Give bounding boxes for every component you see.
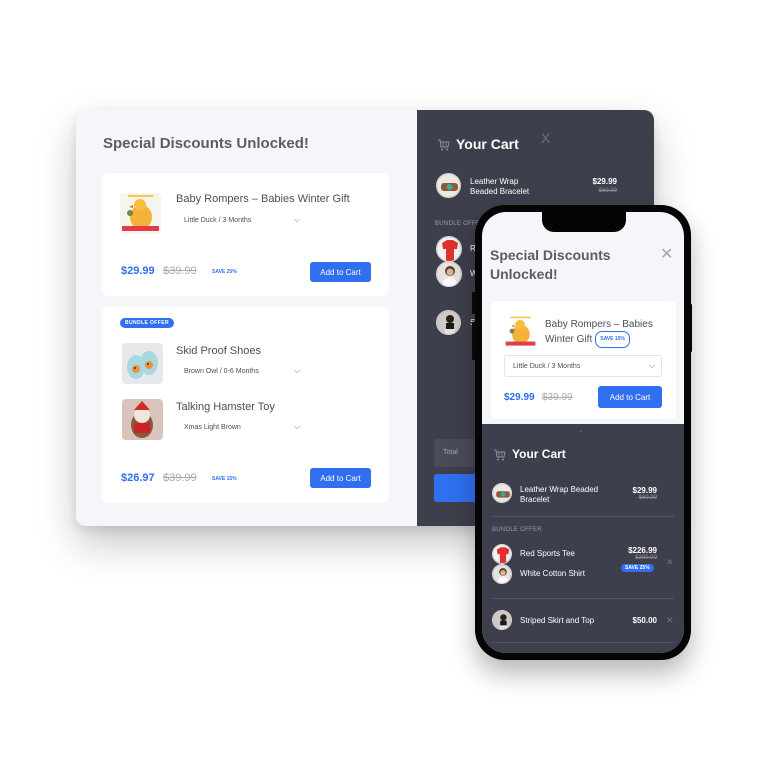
cart-item-name: Leather Wrap Beaded Bracelet (470, 177, 530, 196)
offer-card: Baby Rompers – Babies Winter Gift Little… (102, 173, 389, 296)
mobile-cart-panel: ⌄ Your Cart Leather Wrap Beaded Bracelet … (482, 424, 684, 653)
offer-price: $29.99 (504, 392, 535, 403)
bracelet-avatar (436, 173, 461, 198)
collapse-handle-icon[interactable]: ⌄ (578, 426, 584, 434)
cart-item-old-price: $69.99 (638, 495, 657, 501)
total-label: Total (443, 449, 458, 456)
chevron-down-icon[interactable]: ⌵ (294, 422, 300, 432)
offer-old-price: $39.99 (163, 472, 197, 484)
offer-old-price: $39.99 (163, 265, 197, 277)
variant-select[interactable]: Little Duck / 3 Months ⌵ (504, 355, 662, 377)
duck-romper-image (120, 193, 161, 234)
cart-item-name: Striped Skirt and Top (520, 616, 595, 625)
cart-item-price: $50.00 (632, 616, 657, 625)
save-label: SAVE 15% (212, 476, 237, 482)
cart-item-name: Red Sports Tee (520, 549, 575, 558)
duck-romper-image (504, 315, 537, 348)
product-name: Baby Rompers – Babies Winter Gift (176, 193, 350, 205)
variant-select[interactable]: Brown Owl / 0-6 Months (184, 368, 259, 375)
variant-select[interactable]: Xmas Light Brown (184, 424, 241, 431)
white-shirt-avatar (436, 261, 462, 287)
offer-price: $26.97 (121, 472, 155, 484)
product-name: Talking Hamster Toy (176, 401, 275, 413)
mobile-offer-card: Baby Rompers – Babies Winter Gift SAVE 15… (491, 301, 676, 419)
save-label: SAVE 25% (212, 269, 237, 275)
cart-item-old-price: $69.99 (598, 188, 617, 194)
bundle-old-price: $399.99 (635, 555, 657, 561)
striped-skirt-avatar (436, 310, 461, 335)
save-badge: SAVE 25% (621, 564, 654, 572)
bundle-offer-card: BUNDLE OFFER Skid Proof Shoes Brown Owl … (102, 307, 389, 503)
close-icon[interactable]: X (541, 130, 550, 146)
add-to-cart-button[interactable]: Add to Cart (598, 386, 662, 408)
bracelet-avatar (492, 483, 512, 503)
offers-panel: Special Discounts Unlocked! Baby Rompers… (76, 110, 417, 526)
offers-title: Special Discounts Unlocked! (103, 135, 309, 152)
chevron-down-icon: ⌵ (649, 361, 656, 370)
variant-select[interactable]: Little Duck / 3 Months (184, 217, 251, 224)
mobile-offers-title: Special Discounts Unlocked! (490, 247, 611, 282)
white-shirt-avatar (492, 564, 512, 584)
cart-title: Your Cart (456, 136, 519, 152)
cart-icon (493, 448, 506, 466)
cart-item-price: $29.99 (592, 177, 617, 186)
baby-shoes-image (122, 343, 163, 384)
divider (492, 516, 674, 517)
mobile-phone-frame: Special Discounts Unlocked! ✕ Baby Romper… (475, 205, 691, 660)
red-tee-avatar (436, 236, 462, 262)
divider (492, 642, 674, 643)
product-name: Skid Proof Shoes (176, 345, 261, 357)
remove-icon[interactable]: ✕ (666, 557, 674, 568)
red-tee-avatar (492, 544, 512, 564)
remove-icon[interactable]: ✕ (666, 615, 674, 626)
striped-skirt-avatar (492, 610, 512, 630)
add-to-cart-button[interactable]: Add to Cart (310, 262, 371, 282)
cart-item-price: $29.99 (632, 486, 657, 495)
cart-title: Your Cart (512, 447, 566, 461)
chevron-down-icon[interactable]: ⌵ (294, 215, 300, 225)
divider (492, 598, 674, 599)
add-to-cart-button[interactable]: Add to Cart (310, 468, 371, 488)
bundle-offer-badge: BUNDLE OFFER (120, 318, 174, 328)
cart-icon (437, 138, 450, 156)
mobile-screen: Special Discounts Unlocked! ✕ Baby Romper… (482, 212, 684, 653)
save-badge: SAVE 15% (595, 331, 630, 348)
cart-item-name: White Cotton Shirt (520, 569, 585, 578)
bundle-offer-label: BUNDLE OFFER (492, 527, 542, 533)
offer-old-price: $39.99 (542, 392, 573, 403)
product-name: Baby Rompers – Babies Winter Gift SAVE 15… (545, 318, 653, 348)
close-icon[interactable]: ✕ (660, 244, 673, 264)
phone-notch (542, 212, 626, 232)
cart-item-name: Leather Wrap Beaded Bracelet (520, 485, 599, 504)
bundle-price: $226.99 (628, 546, 657, 555)
offer-price: $29.99 (121, 265, 155, 277)
hamster-toy-image (122, 399, 163, 440)
chevron-down-icon[interactable]: ⌵ (294, 366, 300, 376)
